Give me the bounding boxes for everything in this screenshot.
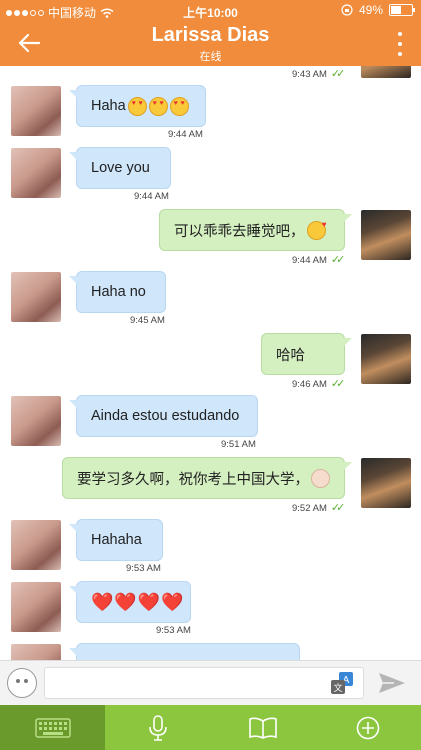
message-time: 9:52 AM ✓✓	[292, 502, 346, 514]
message-composer: A 文	[0, 660, 421, 706]
more-options-button[interactable]	[315, 705, 421, 750]
nav-bar: Larissa Dias 在线	[0, 22, 421, 66]
contact-avatar[interactable]	[11, 520, 61, 570]
message-text: 可以乖乖去睡觉吧，	[174, 223, 305, 240]
message-bubble-outgoing[interactable]: 可以乖乖去睡觉吧，	[159, 209, 352, 251]
baby-face-emoji-icon	[311, 468, 330, 488]
heart-eyes-emoji-icon	[148, 96, 168, 116]
message-input[interactable]	[44, 667, 364, 699]
message-time: 9:51 AM	[221, 439, 256, 450]
kiss-emoji-icon	[306, 220, 327, 240]
chat-thread[interactable]: 9:43 AM✓✓ Haha 9:44 AM Love you 9:44 AM …	[0, 66, 421, 660]
message-time: 9:43 AM ✓✓	[292, 68, 346, 80]
read-check-icon: ✓✓	[330, 502, 346, 514]
message-bubble-incoming[interactable]: Hahaha	[69, 519, 163, 561]
more-menu-button[interactable]	[395, 32, 405, 56]
hearts-emoji-icon: ❤️❤️❤️❤️	[91, 591, 185, 612]
send-icon[interactable]	[378, 671, 406, 695]
contact-avatar[interactable]	[11, 644, 61, 660]
message-bubble-outgoing[interactable]: 要学习多久啊，祝你考上中国大学，	[62, 457, 352, 499]
contact-avatar[interactable]	[11, 396, 61, 446]
message-time: 9:44 AM	[134, 191, 169, 202]
message-time: 9:44 AM ✓✓	[292, 254, 346, 266]
read-check-icon: ✓✓	[330, 378, 346, 390]
bottom-toolbar	[0, 705, 421, 750]
voice-button[interactable]	[105, 705, 210, 750]
message-bubble-incoming[interactable]: Haha	[69, 85, 206, 127]
contact-avatar[interactable]	[11, 582, 61, 632]
message-time: 9:53 AM	[126, 563, 161, 574]
status-right: 49%	[341, 3, 415, 17]
message-bubble-incoming[interactable]: ❤️❤️❤️❤️	[69, 581, 191, 623]
header: 中国移动 上午10:00 49% Larissa Dias 在线	[0, 0, 421, 66]
microphone-icon	[148, 714, 167, 741]
message-time: 9:45 AM	[130, 315, 165, 326]
message-text: Haha no	[91, 284, 146, 300]
my-avatar[interactable]	[361, 210, 411, 260]
message-bubble-incoming[interactable]	[69, 643, 300, 660]
message-time: 9:44 AM	[168, 129, 203, 140]
online-status: 在线	[199, 51, 222, 63]
svg-text:文: 文	[333, 682, 342, 694]
message-time: 9:46 AM ✓✓	[292, 378, 346, 390]
translate-icon[interactable]: A 文	[330, 671, 354, 695]
emoji-face-icon[interactable]	[7, 668, 37, 698]
read-check-icon: ✓✓	[330, 68, 346, 80]
message-text: Haha	[91, 98, 126, 114]
battery-icon	[389, 4, 415, 16]
message-text: Love you	[91, 160, 150, 176]
contact-avatar[interactable]	[11, 272, 61, 322]
rotation-lock-icon	[341, 4, 353, 16]
keyboard-button[interactable]	[0, 705, 105, 750]
message-text: 哈哈	[276, 347, 305, 364]
contact-name: Larissa Dias	[151, 24, 270, 46]
heart-eyes-emoji-icon	[169, 96, 189, 116]
book-icon	[248, 717, 277, 739]
phrasebook-button[interactable]	[210, 705, 315, 750]
message-bubble-incoming[interactable]: Ainda estou estudando	[69, 395, 258, 437]
contact-avatar[interactable]	[11, 148, 61, 198]
battery-percent: 49%	[358, 3, 383, 17]
message-bubble-outgoing[interactable]: 哈哈	[261, 333, 352, 375]
my-avatar[interactable]	[361, 66, 411, 78]
my-avatar[interactable]	[361, 334, 411, 384]
message-bubble-incoming[interactable]: Haha no	[69, 271, 166, 313]
message-text: Hahaha	[91, 532, 142, 548]
heart-eyes-emoji-icon	[127, 96, 147, 116]
message-time: 9:53 AM	[156, 625, 191, 636]
status-bar: 中国移动 上午10:00 49%	[0, 0, 421, 22]
contact-avatar[interactable]	[11, 86, 61, 136]
my-avatar[interactable]	[361, 458, 411, 508]
keyboard-icon	[34, 717, 71, 738]
plus-circle-icon	[356, 716, 380, 739]
read-check-icon: ✓✓	[330, 254, 346, 266]
message-bubble-incoming[interactable]: Love you	[69, 147, 171, 189]
message-text: Ainda estou estudando	[91, 408, 240, 424]
more-vertical-icon	[398, 32, 402, 36]
message-text: 要学习多久啊，祝你考上中国大学，	[77, 471, 309, 488]
